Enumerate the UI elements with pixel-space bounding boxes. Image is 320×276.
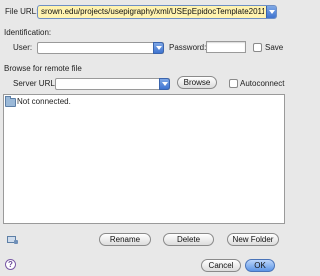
delete-button[interactable]: Delete — [163, 233, 214, 246]
list-item[interactable]: Not connected. — [4, 95, 284, 107]
browse-remote-section-label: Browse for remote file — [4, 64, 82, 73]
save-label: Save — [265, 43, 284, 52]
properties-icon-badge — [14, 240, 18, 244]
server-url-label: Server URL: — [13, 79, 58, 88]
user-combobox[interactable] — [37, 42, 164, 54]
server-url-combobox[interactable] — [55, 78, 170, 90]
list-item-label: Not connected. — [17, 97, 71, 106]
remote-file-list[interactable]: Not connected. — [3, 94, 285, 224]
cancel-button[interactable]: Cancel — [201, 259, 241, 272]
browse-button[interactable]: Browse — [177, 76, 217, 89]
autoconnect-label: Autoconnect — [240, 79, 285, 88]
user-label: User: — [13, 43, 33, 52]
save-checkbox[interactable] — [253, 43, 262, 52]
identification-section-label: Identification: — [4, 28, 52, 37]
rename-button[interactable]: Rename — [99, 233, 151, 246]
password-field[interactable] — [206, 41, 246, 53]
help-icon[interactable]: ? — [5, 259, 16, 270]
open-url-dialog: { "file_url": { "label": "File URL:", "v… — [0, 0, 288, 276]
password-label: Password: — [169, 43, 207, 52]
file-url-combobox[interactable]: srown.edu/projects/usepigraphy/xml/USEpE… — [37, 5, 277, 19]
file-url-label: File URL: — [5, 7, 39, 16]
new-folder-button[interactable]: New Folder — [227, 233, 279, 246]
folder-icon — [5, 96, 16, 107]
file-url-dropdown-icon[interactable] — [266, 6, 276, 18]
user-dropdown-icon[interactable] — [153, 42, 164, 54]
server-url-dropdown-icon[interactable] — [159, 78, 170, 90]
file-url-value[interactable]: srown.edu/projects/usepigraphy/xml/USEpE… — [41, 7, 264, 16]
autoconnect-checkbox[interactable] — [229, 79, 238, 88]
ok-button[interactable]: OK — [245, 259, 275, 272]
